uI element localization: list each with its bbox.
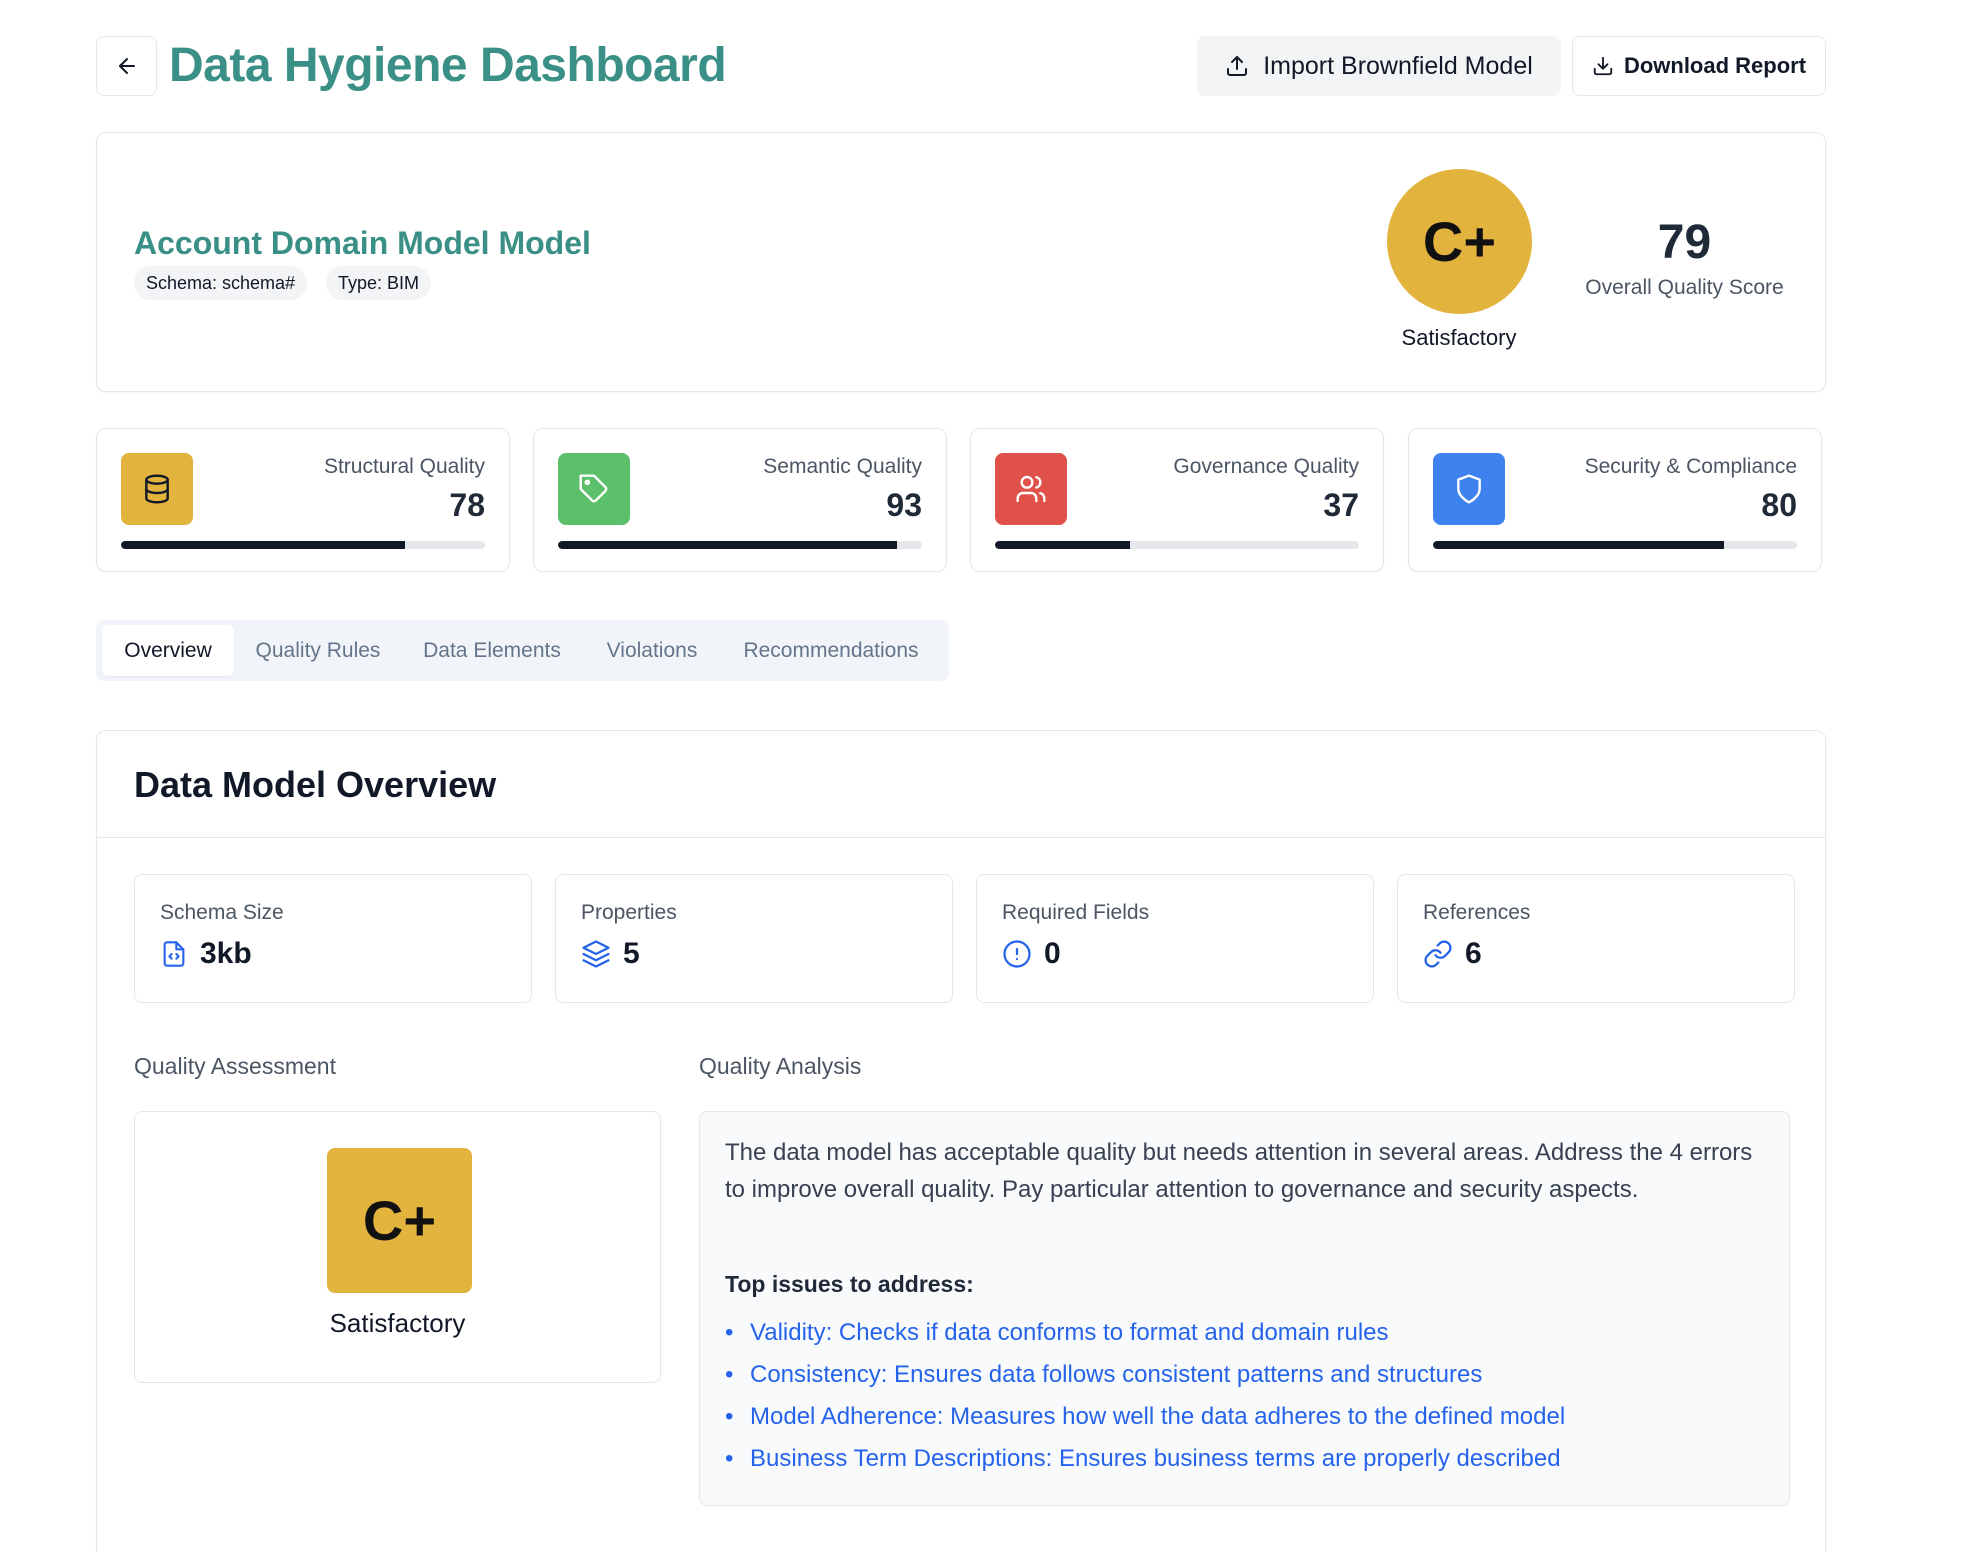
metric-progress-fill	[995, 541, 1130, 549]
download-report-button[interactable]: Download Report	[1572, 36, 1826, 96]
grade-label: Satisfactory	[1401, 325, 1517, 350]
stat-label: References	[1423, 901, 1531, 924]
tag-icon	[579, 474, 608, 503]
stat-value: 3kb	[200, 937, 252, 970]
page-title: Data Hygiene Dashboard	[169, 39, 727, 92]
import-brownfield-model-button[interactable]: Import Brownfield Model	[1197, 36, 1561, 96]
stat-required-fields: Required Fields 0	[976, 874, 1374, 1003]
download-icon	[1593, 56, 1613, 76]
stat-references: References 6	[1397, 874, 1795, 1003]
metric-progress-track	[995, 541, 1359, 549]
link-icon	[1424, 940, 1452, 968]
metric-card-governance: Governance Quality 37	[970, 428, 1384, 572]
metric-progress-track	[558, 541, 922, 549]
metric-progress-fill	[558, 541, 897, 549]
metric-label: Governance Quality	[1173, 455, 1359, 478]
quality-assessment-box: C+ Satisfactory	[134, 1111, 661, 1383]
page-header: Data Hygiene Dashboard Import Brownfield…	[96, 36, 1826, 96]
tab-bar: Overview Quality Rules Data Elements Vio…	[96, 620, 949, 681]
arrow-left-icon	[118, 58, 135, 74]
issue-text: Consistency: Ensures data follows consis…	[750, 1361, 1483, 1388]
issue-item: • Consistency: Ensures data follows consi…	[725, 1358, 1565, 1400]
stat-label: Properties	[581, 901, 677, 924]
overall-score-value: 79	[1657, 216, 1712, 269]
model-name: Account Domain Model Model	[134, 225, 591, 261]
assessment-grade-label: Satisfactory	[329, 1308, 466, 1338]
metric-progress-track	[121, 541, 485, 549]
model-summary-card: Account Domain Model Model Schema: schem…	[96, 132, 1826, 392]
tab-data-elements[interactable]: Data Elements	[402, 625, 582, 676]
metric-icon-box	[558, 453, 630, 525]
tab-quality-rules[interactable]: Quality Rules	[238, 625, 398, 676]
metric-label: Structural Quality	[323, 455, 485, 478]
data-model-overview-card: Data Model Overview Schema Size 3kb Prop…	[96, 730, 1826, 1552]
metric-card-security: Security & Compliance 80	[1408, 428, 1822, 572]
issues-title: Top issues to address:	[725, 1271, 974, 1297]
metric-card-structural: Structural Quality 78	[96, 428, 510, 572]
schema-chip: Schema: schema#	[134, 266, 308, 300]
metric-icon-box	[1433, 453, 1505, 525]
overview-title: Data Model Overview	[134, 764, 497, 805]
shield-icon	[1457, 474, 1481, 504]
metric-label: Security & Compliance	[1584, 455, 1797, 478]
file-code-icon	[163, 941, 185, 967]
stat-label: Required Fields	[1002, 901, 1150, 924]
divider	[97, 837, 1825, 838]
overall-score-label: Overall Quality Score	[1585, 276, 1784, 299]
bullet: •	[725, 1361, 734, 1388]
stat-properties: Properties 5	[555, 874, 953, 1003]
upload-icon	[1227, 56, 1248, 76]
alert-circle-icon	[1003, 940, 1031, 968]
download-button-label: Download Report	[1623, 53, 1807, 78]
bullet: •	[725, 1319, 734, 1346]
assessment-grade-badge: C+	[327, 1148, 472, 1293]
layers-icon	[582, 940, 610, 968]
issue-item: • Business Term Descriptions: Ensures bus…	[725, 1442, 1565, 1484]
quality-analysis-box: The data model has acceptable quality bu…	[699, 1111, 1790, 1506]
metric-value: 93	[886, 487, 922, 523]
back-button[interactable]	[96, 36, 157, 96]
metric-card-semantic: Semantic Quality 93	[533, 428, 947, 572]
metric-value: 80	[1761, 487, 1797, 523]
metric-value: 78	[449, 487, 485, 523]
issue-text: Validity: Checks if data conforms to for…	[750, 1319, 1389, 1346]
bullet: •	[725, 1403, 734, 1430]
database-icon	[145, 474, 169, 504]
analysis-text: The data model has acceptable quality bu…	[725, 1139, 1753, 1203]
quality-analysis-label: Quality Analysis	[699, 1053, 862, 1079]
import-button-label: Import Brownfield Model	[1263, 51, 1533, 80]
metric-progress-track	[1433, 541, 1797, 549]
issue-item: • Model Adherence: Measures how well the …	[725, 1400, 1565, 1442]
metric-progress-fill	[1433, 541, 1725, 549]
bullet: •	[725, 1445, 734, 1472]
issue-text: Business Term Descriptions: Ensures busi…	[750, 1445, 1561, 1472]
users-icon	[1016, 475, 1046, 503]
grade-badge: C+	[1387, 169, 1532, 314]
stat-value: 5	[623, 937, 640, 970]
type-chip: Type: BIM	[326, 266, 432, 300]
tab-overview[interactable]: Overview	[102, 625, 234, 676]
stat-value: 6	[1465, 937, 1482, 970]
stat-schema-size: Schema Size 3kb	[134, 874, 532, 1003]
metric-progress-fill	[121, 541, 405, 549]
quality-assessment-label: Quality Assessment	[134, 1053, 336, 1079]
metric-icon-box	[995, 453, 1067, 525]
issue-text: Model Adherence: Measures how well the d…	[750, 1403, 1566, 1430]
tab-violations[interactable]: Violations	[586, 625, 718, 676]
tab-recommendations[interactable]: Recommendations	[722, 625, 940, 676]
stat-value: 0	[1044, 937, 1061, 970]
issue-item: • Validity: Checks if data conforms to fo…	[725, 1316, 1565, 1358]
issues-list: • Validity: Checks if data conforms to fo…	[725, 1316, 1565, 1484]
metric-icon-box	[121, 453, 193, 525]
metric-value: 37	[1323, 487, 1359, 523]
stat-label: Schema Size	[160, 901, 284, 924]
metric-label: Semantic Quality	[763, 455, 922, 478]
